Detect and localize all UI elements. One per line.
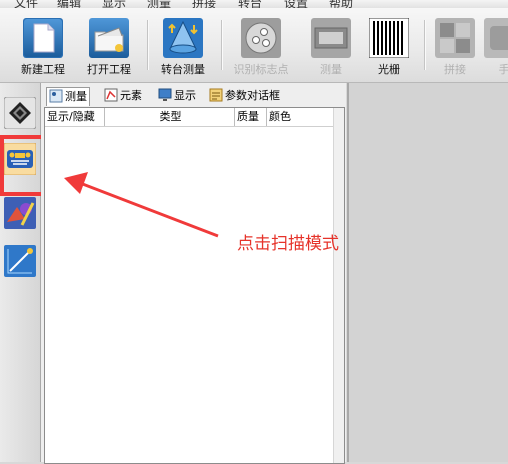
tab-display[interactable]: 显示 — [158, 87, 196, 105]
measure-panel: 测量 元素 显示 参数对话框 显示/隐藏 类型 质量 颜色 — [41, 83, 346, 464]
parameters-tab-icon — [209, 88, 223, 102]
tab-elements[interactable]: 元素 — [104, 87, 142, 105]
color-paint-icon[interactable] — [4, 197, 36, 229]
panel-tabs: 测量 元素 显示 参数对话框 — [41, 85, 346, 107]
table-header: 显示/隐藏 类型 质量 颜色 — [45, 108, 333, 127]
measure-tab-icon — [49, 89, 63, 103]
menu-stitch[interactable]: 拼接 — [192, 0, 216, 8]
new-project-button[interactable]: 新建工程 — [12, 8, 74, 82]
tab-measure[interactable]: 测量 — [46, 87, 90, 106]
col-type[interactable]: 类型 — [105, 108, 235, 126]
stitch-label: 拼接 — [444, 63, 466, 76]
measure-button[interactable]: 测量 — [300, 8, 362, 82]
manual-label: 手 — [498, 63, 508, 76]
puzzle-icon — [435, 18, 475, 58]
cone-icon — [163, 18, 203, 58]
measurement-table: 显示/隐藏 类型 质量 颜色 — [44, 107, 345, 464]
toolbar-separator — [424, 20, 426, 70]
grating-button[interactable]: 光栅 — [358, 8, 420, 82]
menu-edit[interactable]: 编辑 — [57, 0, 81, 8]
vertical-scrollbar[interactable] — [333, 108, 344, 463]
open-project-label: 打开工程 — [87, 63, 131, 76]
col-color[interactable]: 颜色 — [267, 108, 333, 126]
scanner-icon — [311, 18, 351, 58]
menu-bar: 文件 编辑 显示 测量 拼接 转台 设置 帮助 — [0, 0, 508, 8]
col-show-hide[interactable]: 显示/隐藏 — [45, 108, 105, 126]
new-file-icon — [23, 18, 63, 58]
elements-tab-icon — [104, 88, 118, 102]
menu-help[interactable]: 帮助 — [329, 0, 353, 8]
main-toolbar: 新建工程 打开工程 转台测量 识别标志点 测量 光栅 拼接 手 — [0, 8, 508, 83]
marker-points-icon — [241, 18, 281, 58]
col-quality[interactable]: 质量 — [235, 108, 267, 126]
measure-label: 测量 — [320, 63, 342, 76]
annotation-text: 点击扫描模式 — [237, 234, 339, 254]
tab-elements-label: 元素 — [120, 89, 142, 102]
turntable-measure-button[interactable]: 转台测量 — [152, 8, 214, 82]
tab-display-label: 显示 — [174, 89, 196, 102]
toolbar-separator — [221, 20, 223, 70]
stitch-button[interactable]: 拼接 — [428, 8, 482, 82]
display-tab-icon — [158, 88, 172, 101]
grating-label: 光栅 — [378, 63, 400, 76]
grating-icon — [369, 18, 409, 58]
menu-file[interactable]: 文件 — [14, 0, 38, 8]
hand-icon — [484, 18, 508, 58]
menu-display[interactable]: 显示 — [102, 0, 126, 8]
new-project-label: 新建工程 — [21, 63, 65, 76]
open-project-button[interactable]: 打开工程 — [78, 8, 140, 82]
menu-turntable[interactable]: 转台 — [238, 0, 262, 8]
menu-settings[interactable]: 设置 — [284, 0, 308, 8]
viewport-area[interactable] — [347, 83, 508, 462]
diamond-grid-icon[interactable] — [4, 97, 36, 129]
menu-measure[interactable]: 测量 — [147, 0, 171, 8]
tab-parameters-label: 参数对话框 — [225, 89, 280, 102]
identify-markers-button[interactable]: 识别标志点 — [226, 8, 296, 82]
manual-button[interactable]: 手 — [484, 8, 508, 82]
tab-measure-label: 测量 — [65, 90, 87, 103]
tab-parameters[interactable]: 参数对话框 — [209, 87, 280, 105]
identify-markers-label: 识别标志点 — [233, 63, 289, 76]
measure-ruler-icon[interactable] — [4, 245, 36, 277]
turntable-measure-label: 转台测量 — [161, 63, 205, 76]
open-folder-icon — [89, 18, 129, 58]
toolbar-separator — [147, 20, 149, 70]
